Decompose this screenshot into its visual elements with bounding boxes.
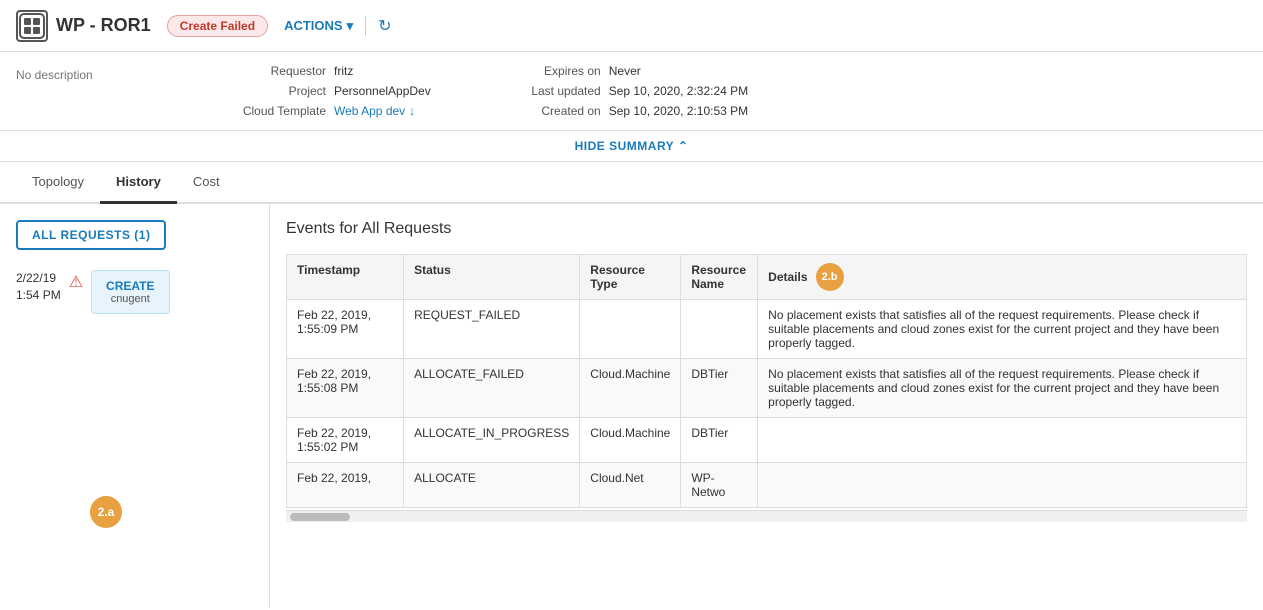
expires-label: Expires on xyxy=(491,64,601,78)
scroll-thumb xyxy=(290,513,350,521)
last-updated-row: Last updated Sep 10, 2020, 2:32:24 PM xyxy=(491,84,748,98)
events-table: Timestamp Status ResourceType ResourceNa… xyxy=(286,254,1247,508)
summary-meta: Requestor fritz Project PersonnelAppDev … xyxy=(216,64,1247,118)
table-row: Feb 22, 2019, ALLOCATE Cloud.Net WP-Netw… xyxy=(287,463,1247,508)
requestor-row: Requestor fritz xyxy=(216,64,431,78)
content-area: ALL REQUESTS (1) 2/22/19 1:54 PM ⚠ CREAT… xyxy=(0,204,1263,608)
cell-status: REQUEST_FAILED xyxy=(404,300,580,359)
cell-timestamp: Feb 22, 2019, 1:55:09 PM xyxy=(287,300,404,359)
cloud-template-label: Cloud Template xyxy=(216,104,326,118)
tab-topology[interactable]: Topology xyxy=(16,162,100,204)
hide-summary-btn[interactable]: HIDE SUMMARY ⌃ xyxy=(0,131,1263,162)
request-action-card[interactable]: CREATE cnugent xyxy=(91,270,169,314)
cell-resource-type: Cloud.Machine xyxy=(580,418,681,463)
cell-details xyxy=(758,463,1247,508)
table-row: Feb 22, 2019, 1:55:08 PM ALLOCATE_FAILED… xyxy=(287,359,1247,418)
meta-col-left: Requestor fritz Project PersonnelAppDev … xyxy=(216,64,431,118)
created-row: Created on Sep 10, 2020, 2:10:53 PM xyxy=(491,104,748,118)
cell-resource-name: DBTier xyxy=(681,418,758,463)
requestor-label: Requestor xyxy=(216,64,326,78)
tab-cost[interactable]: Cost xyxy=(177,162,236,204)
last-updated-value: Sep 10, 2020, 2:32:24 PM xyxy=(609,84,748,98)
logo-icon xyxy=(16,10,48,42)
cell-timestamp: Feb 22, 2019, xyxy=(287,463,404,508)
project-label: Project xyxy=(216,84,326,98)
logo-text: WP - ROR1 xyxy=(56,15,151,36)
project-row: Project PersonnelAppDev xyxy=(216,84,431,98)
logo: WP - ROR1 xyxy=(16,10,151,42)
request-date: 2/22/19 1:54 PM xyxy=(16,270,61,304)
last-updated-label: Last updated xyxy=(491,84,601,98)
left-panel: ALL REQUESTS (1) 2/22/19 1:54 PM ⚠ CREAT… xyxy=(0,204,270,608)
cloud-template-link[interactable]: Web App dev ↓ xyxy=(334,104,415,118)
cell-timestamp: Feb 22, 2019, 1:55:02 PM xyxy=(287,418,404,463)
th-details: Details 2.b xyxy=(758,255,1247,300)
created-label: Created on xyxy=(491,104,601,118)
expires-row: Expires on Never xyxy=(491,64,748,78)
badge-2a: 2.a xyxy=(90,496,122,528)
error-icon: ⚠ xyxy=(69,272,83,292)
badge-2b: 2.b xyxy=(816,263,844,291)
table-row: Feb 22, 2019, 1:55:02 PM ALLOCATE_IN_PRO… xyxy=(287,418,1247,463)
chevron-down-icon: ▾ xyxy=(347,18,354,34)
requestor-value: fritz xyxy=(334,64,353,78)
th-status: Status xyxy=(404,255,580,300)
cell-timestamp: Feb 22, 2019, 1:55:08 PM xyxy=(287,359,404,418)
summary-left: No description xyxy=(16,64,216,118)
events-title: Events for All Requests xyxy=(286,220,1247,238)
cell-status: ALLOCATE_IN_PROGRESS xyxy=(404,418,580,463)
all-requests-button[interactable]: ALL REQUESTS (1) xyxy=(16,220,166,250)
th-resource-name: ResourceName xyxy=(681,255,758,300)
table-row: Feb 22, 2019, 1:55:09 PM REQUEST_FAILED … xyxy=(287,300,1247,359)
cell-resource-type xyxy=(580,300,681,359)
cloud-template-row: Cloud Template Web App dev ↓ xyxy=(216,104,431,118)
horizontal-scrollbar[interactable] xyxy=(286,510,1247,522)
cell-status: ALLOCATE xyxy=(404,463,580,508)
cell-details: No placement exists that satisfies all o… xyxy=(758,359,1247,418)
th-timestamp: Timestamp xyxy=(287,255,404,300)
cell-status: ALLOCATE_FAILED xyxy=(404,359,580,418)
refresh-button[interactable]: ↻ xyxy=(378,16,391,36)
meta-col-right: Expires on Never Last updated Sep 10, 20… xyxy=(491,64,748,118)
tabs: Topology History Cost xyxy=(0,162,1263,204)
request-action-user: cnugent xyxy=(106,293,154,305)
tab-history[interactable]: History xyxy=(100,162,177,204)
cell-resource-name: DBTier xyxy=(681,359,758,418)
no-description: No description xyxy=(16,68,216,82)
cell-resource-name: WP-Netwo xyxy=(681,463,758,508)
request-action-label: CREATE xyxy=(106,279,154,293)
divider xyxy=(365,16,366,36)
cell-details: No placement exists that satisfies all o… xyxy=(758,300,1247,359)
chevron-up-icon: ⌃ xyxy=(678,139,689,153)
request-item: 2/22/19 1:54 PM ⚠ CREATE cnugent xyxy=(16,270,253,314)
cell-details xyxy=(758,418,1247,463)
cell-resource-name xyxy=(681,300,758,359)
summary-section: No description Requestor fritz Project P… xyxy=(0,52,1263,131)
expires-value: Never xyxy=(609,64,641,78)
cell-resource-type: Cloud.Machine xyxy=(580,359,681,418)
download-icon: ↓ xyxy=(409,104,415,118)
project-value: PersonnelAppDev xyxy=(334,84,431,98)
actions-button[interactable]: ACTIONS ▾ xyxy=(284,18,353,34)
right-panel: Events for All Requests Timestamp Status… xyxy=(270,204,1263,608)
created-value: Sep 10, 2020, 2:10:53 PM xyxy=(609,104,748,118)
status-badge: Create Failed xyxy=(167,15,268,37)
cell-resource-type: Cloud.Net xyxy=(580,463,681,508)
table-header-row: Timestamp Status ResourceType ResourceNa… xyxy=(287,255,1247,300)
th-resource-type: ResourceType xyxy=(580,255,681,300)
header: WP - ROR1 Create Failed ACTIONS ▾ ↻ xyxy=(0,0,1263,52)
